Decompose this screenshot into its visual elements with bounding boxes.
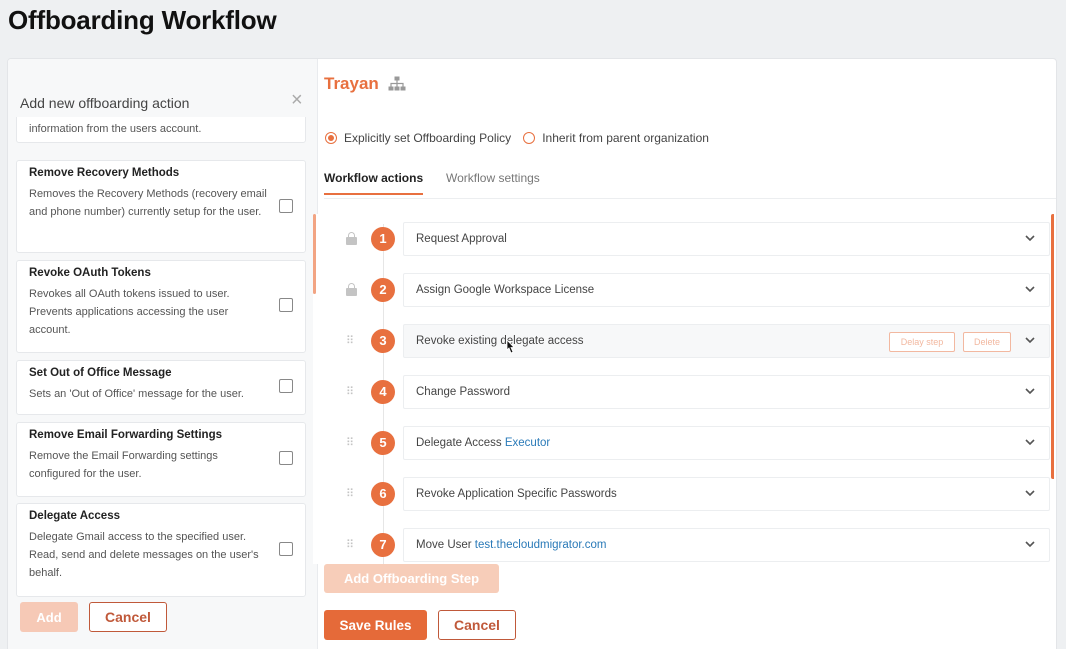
policy-option-explicit[interactable]: Explicitly set Offboarding Policy [325, 131, 511, 145]
step-label: Revoke existing delegate access [416, 335, 584, 347]
step-label: Assign Google Workspace License [416, 284, 595, 296]
chevron-down-icon[interactable] [1024, 283, 1036, 295]
step-number: 1 [371, 227, 395, 251]
chevron-down-icon[interactable] [1024, 232, 1036, 244]
action-desc: Remove the Email Forwarding settings con… [29, 450, 218, 480]
action-checkbox[interactable] [279, 298, 293, 312]
chevron-down-icon[interactable] [1024, 487, 1036, 499]
close-icon[interactable]: × [291, 90, 303, 110]
lock-icon [346, 283, 357, 296]
drag-handle-icon[interactable]: ⠿ [346, 437, 356, 449]
action-desc: information from the users account. [29, 123, 202, 135]
drag-handle-icon[interactable]: ⠿ [346, 539, 356, 551]
step-row[interactable]: Request Approval [403, 222, 1050, 256]
step-target-link[interactable]: Executor [505, 437, 550, 449]
add-button[interactable]: Add [20, 602, 78, 632]
drag-handle-icon[interactable]: ⠿ [346, 386, 356, 398]
org-name: Trayan [324, 74, 379, 93]
policy-option-inherit[interactable]: Inherit from parent organization [523, 131, 709, 145]
delay-step-button[interactable]: Delay step [889, 332, 955, 352]
workflow-step: ⠿ 3 Revoke existing delegate access Dela… [313, 324, 1050, 358]
tab-workflow-settings[interactable]: Workflow settings [446, 171, 540, 193]
step-row[interactable]: Revoke existing delegate access Delay st… [403, 324, 1050, 358]
action-card[interactable]: Remove Recovery Methods Removes the Reco… [16, 160, 306, 253]
radio-unselected[interactable] [523, 132, 536, 144]
action-card[interactable]: Delegate Access Delegate Gmail access to… [16, 503, 306, 597]
drag-handle-icon[interactable]: ⠿ [346, 335, 356, 347]
action-card[interactable]: Revoke OAuth Tokens Revokes all OAuth to… [16, 260, 306, 353]
step-label: Request Approval [416, 233, 507, 245]
panel-cancel-button[interactable]: Cancel [89, 602, 167, 632]
org-chart-icon[interactable] [388, 76, 406, 92]
action-checkbox[interactable] [279, 542, 293, 556]
action-title: Remove Email Forwarding Settings [29, 429, 222, 441]
chevron-down-icon[interactable] [1024, 436, 1036, 448]
step-number: 5 [371, 431, 395, 455]
action-card-partial: information from the users account. [16, 117, 306, 143]
save-rules-button[interactable]: Save Rules [324, 610, 427, 640]
panel-header: Add new offboarding action [20, 95, 190, 111]
tab-bar: Workflow actions Workflow settings [324, 171, 1056, 199]
action-card[interactable]: Remove Email Forwarding Settings Remove … [16, 422, 306, 497]
action-title: Set Out of Office Message [29, 367, 172, 379]
step-number: 6 [371, 482, 395, 506]
main-card: Add new offboarding action × information… [7, 58, 1057, 649]
action-card[interactable]: Set Out of Office Message Sets an 'Out o… [16, 360, 306, 415]
step-row[interactable]: Change Password [403, 375, 1050, 409]
action-desc: Sets an 'Out of Office' message for the … [29, 388, 244, 400]
step-row[interactable]: Revoke Application Specific Passwords [403, 477, 1050, 511]
step-row[interactable]: Assign Google Workspace License [403, 273, 1050, 307]
cancel-button[interactable]: Cancel [438, 610, 516, 640]
policy-options: Explicitly set Offboarding Policy Inheri… [325, 131, 721, 145]
workflow-step: 2 Assign Google Workspace License [313, 273, 1050, 307]
action-title: Remove Recovery Methods [29, 167, 180, 179]
action-desc: Delegate Gmail access to the specified u… [29, 531, 259, 579]
step-label: Revoke Application Specific Passwords [416, 488, 617, 500]
step-number: 7 [371, 533, 395, 557]
step-label: Change Password [416, 386, 510, 398]
page-title: Offboarding Workflow [8, 5, 277, 35]
step-row[interactable]: Delegate Access Executor [403, 426, 1050, 460]
step-number: 4 [371, 380, 395, 404]
workflow-step: ⠿ 7 Move User test.thecloudmigrator.com [313, 528, 1050, 562]
workflow-step: ⠿ 6 Revoke Application Specific Password… [313, 477, 1050, 511]
steps-list[interactable]: 1 Request Approval 2 Assign Google Works… [313, 214, 1054, 564]
add-offboarding-step-button[interactable]: Add Offboarding Step [324, 564, 499, 593]
lock-icon [346, 232, 357, 245]
chevron-down-icon[interactable] [1024, 538, 1036, 550]
chevron-down-icon[interactable] [1024, 385, 1036, 397]
action-list[interactable]: information from the users account. Remo… [16, 117, 306, 597]
add-action-panel: Add new offboarding action × information… [8, 59, 318, 649]
delete-step-button[interactable]: Delete [963, 332, 1011, 352]
step-label: Delegate Access Executor [416, 437, 550, 449]
mouse-cursor-icon [506, 339, 515, 354]
step-label: Move User test.thecloudmigrator.com [416, 539, 606, 551]
action-checkbox[interactable] [279, 451, 293, 465]
step-row[interactable]: Move User test.thecloudmigrator.com [403, 528, 1050, 562]
tab-workflow-actions[interactable]: Workflow actions [324, 171, 424, 195]
radio-selected[interactable] [325, 132, 337, 144]
workflow-step: 1 Request Approval [313, 222, 1050, 256]
step-number: 3 [371, 329, 395, 353]
step-label-text: Delegate Access [416, 437, 505, 449]
right-scrollbar[interactable] [1051, 214, 1054, 479]
workflow-step: ⠿ 4 Change Password [313, 375, 1050, 409]
policy-label: Inherit from parent organization [542, 131, 709, 145]
step-target-link[interactable]: test.thecloudmigrator.com [475, 539, 607, 551]
action-desc: Removes the Recovery Methods (recovery e… [29, 188, 267, 218]
action-checkbox[interactable] [279, 379, 293, 393]
workflow-step: ⠿ 5 Delegate Access Executor [313, 426, 1050, 460]
action-checkbox[interactable] [279, 199, 293, 213]
action-title: Delegate Access [29, 510, 120, 522]
drag-handle-icon[interactable]: ⠿ [346, 488, 356, 500]
step-number: 2 [371, 278, 395, 302]
action-desc: Revokes all OAuth tokens issued to user.… [29, 288, 230, 336]
chevron-down-icon[interactable] [1024, 334, 1036, 346]
step-label-text: Move User [416, 539, 475, 551]
policy-label: Explicitly set Offboarding Policy [344, 131, 512, 145]
action-title: Revoke OAuth Tokens [29, 267, 151, 279]
